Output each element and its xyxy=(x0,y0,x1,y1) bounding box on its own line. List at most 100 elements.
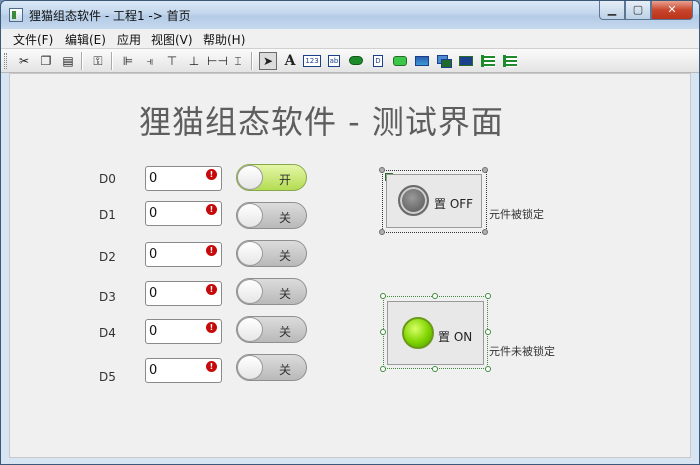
menu-app[interactable]: 应用 xyxy=(117,31,141,48)
switch-knob xyxy=(237,279,263,304)
ellipse-button-tool-icon[interactable] xyxy=(347,52,365,70)
menu-file[interactable]: 文件(F) xyxy=(13,31,53,48)
value-input-d3[interactable]: 0! xyxy=(145,281,222,306)
row-label-d1: D1 xyxy=(99,208,116,222)
paste-icon[interactable]: ▤ xyxy=(59,52,77,70)
menu-bar: 文件(F) 编辑(E) 应用 视图(V) 帮助(H) xyxy=(1,29,699,49)
switch-label: 关 xyxy=(278,211,291,225)
resize-handle[interactable] xyxy=(380,329,386,335)
screen-tool-icon[interactable] xyxy=(413,52,431,70)
close-button[interactable]: ✕ xyxy=(651,1,693,20)
app-window: 狸猫组态软件 - 工程1 -> 首页 ▁ ▢ ✕ 文件(F) 编辑(E) 应用 … xyxy=(0,0,700,465)
number-tool-icon[interactable]: 123 xyxy=(303,52,321,70)
resize-handle[interactable] xyxy=(485,366,491,372)
toolbar-separator xyxy=(111,52,113,70)
switch-label: 关 xyxy=(278,325,291,339)
resize-handle[interactable] xyxy=(379,229,385,235)
switch-d2[interactable]: 关 xyxy=(236,240,307,267)
row-label-d5: D5 xyxy=(99,370,116,384)
switch-knob xyxy=(237,317,263,342)
switch-label: 关 xyxy=(278,287,291,301)
row-label-d0: D0 xyxy=(99,172,116,186)
lamp-off-icon xyxy=(398,185,429,216)
title-bar[interactable]: 狸猫组态软件 - 工程1 -> 首页 ▁ ▢ ✕ xyxy=(1,1,699,29)
list-tool-icon[interactable] xyxy=(479,52,497,70)
switch-d0[interactable]: 开 xyxy=(236,164,307,191)
toolbar-grip[interactable] xyxy=(4,53,7,69)
resize-handle[interactable] xyxy=(380,366,386,372)
set-on-button[interactable]: 置 ON xyxy=(387,301,484,365)
switch-knob xyxy=(237,165,263,190)
menu-edit[interactable]: 编辑(E) xyxy=(65,31,106,48)
switch-knob xyxy=(237,241,263,266)
cut-icon[interactable]: ✂ xyxy=(15,52,33,70)
error-icon: ! xyxy=(206,361,217,372)
align-left-icon[interactable]: ⊫ xyxy=(119,52,137,70)
resize-handle[interactable] xyxy=(432,293,438,299)
window-title: 狸猫组态软件 - 工程1 -> 首页 xyxy=(29,9,191,23)
resize-handle[interactable] xyxy=(432,366,438,372)
pointer-tool-icon[interactable]: ➤ xyxy=(259,52,277,70)
align-right-icon[interactable]: ⫣ xyxy=(141,52,159,70)
image-tool-label: D xyxy=(373,54,383,67)
jump-tool-icon[interactable] xyxy=(457,52,475,70)
unlocked-note: 元件未被锁定 xyxy=(489,345,555,358)
resize-handle[interactable] xyxy=(485,293,491,299)
status-bar xyxy=(1,459,699,464)
window-controls: ▁ ▢ ✕ xyxy=(599,1,693,20)
value-input-d0[interactable]: 0! xyxy=(145,166,222,191)
set-off-button[interactable]: 置 OFF xyxy=(386,174,482,228)
list-glyph xyxy=(481,54,495,67)
value-input-d5[interactable]: 0! xyxy=(145,358,222,383)
green-rect-glyph xyxy=(393,55,407,66)
windows-tool-icon[interactable] xyxy=(435,52,453,70)
checklist-tool-icon[interactable] xyxy=(501,52,519,70)
help-key-icon[interactable]: ⚿ xyxy=(89,52,107,70)
toolbar-separator xyxy=(81,52,83,70)
resize-handle[interactable] xyxy=(379,167,385,173)
value-input-d2[interactable]: 0! xyxy=(145,242,222,267)
switch-d3[interactable]: 关 xyxy=(236,278,307,305)
align-bottom-icon[interactable]: ⊥ xyxy=(185,52,203,70)
input-value: 0 xyxy=(149,171,158,186)
app-icon xyxy=(9,8,23,22)
value-input-d4[interactable]: 0! xyxy=(145,319,222,344)
input-value: 0 xyxy=(149,324,158,339)
error-icon: ! xyxy=(206,204,217,215)
text-tool-icon[interactable]: A xyxy=(281,52,299,70)
checklist-glyph xyxy=(503,54,517,67)
green-rect-tool-icon[interactable] xyxy=(391,52,409,70)
menu-help[interactable]: 帮助(H) xyxy=(203,31,245,48)
switch-d5[interactable]: 关 xyxy=(236,354,307,381)
error-icon: ! xyxy=(206,169,217,180)
resize-handle[interactable] xyxy=(482,229,488,235)
image-tool-icon[interactable]: D xyxy=(369,52,387,70)
resize-handle[interactable] xyxy=(380,293,386,299)
value-input-d1[interactable]: 0! xyxy=(145,201,222,226)
textbox-tool-icon[interactable]: ab xyxy=(325,52,343,70)
menu-view[interactable]: 视图(V) xyxy=(151,31,193,48)
switch-knob xyxy=(237,355,263,380)
resize-handle[interactable] xyxy=(482,167,488,173)
switch-label: 关 xyxy=(278,363,291,377)
row-label-d4: D4 xyxy=(99,326,116,340)
resize-handle[interactable] xyxy=(485,329,491,335)
jump-glyph xyxy=(459,55,473,66)
input-value: 0 xyxy=(149,286,158,301)
windows-glyph xyxy=(437,54,452,68)
switch-d1[interactable]: 关 xyxy=(236,202,307,229)
switch-d4[interactable]: 关 xyxy=(236,316,307,343)
maximize-button[interactable]: ▢ xyxy=(625,1,651,20)
align-top-icon[interactable]: ⊤ xyxy=(163,52,181,70)
number-tool-label: 123 xyxy=(303,54,321,67)
lamp-on-icon xyxy=(402,317,434,349)
copy-icon[interactable]: ❐ xyxy=(37,52,55,70)
equal-width-icon[interactable]: ⊢⊣ xyxy=(207,52,228,70)
error-icon: ! xyxy=(206,322,217,333)
input-value: 0 xyxy=(149,247,158,262)
error-icon: ! xyxy=(206,284,217,295)
minimize-button[interactable]: ▁ xyxy=(599,1,625,20)
ellipse-glyph xyxy=(349,56,363,65)
equal-height-icon[interactable]: ⌶ xyxy=(229,52,247,70)
row-label-d2: D2 xyxy=(99,250,116,264)
